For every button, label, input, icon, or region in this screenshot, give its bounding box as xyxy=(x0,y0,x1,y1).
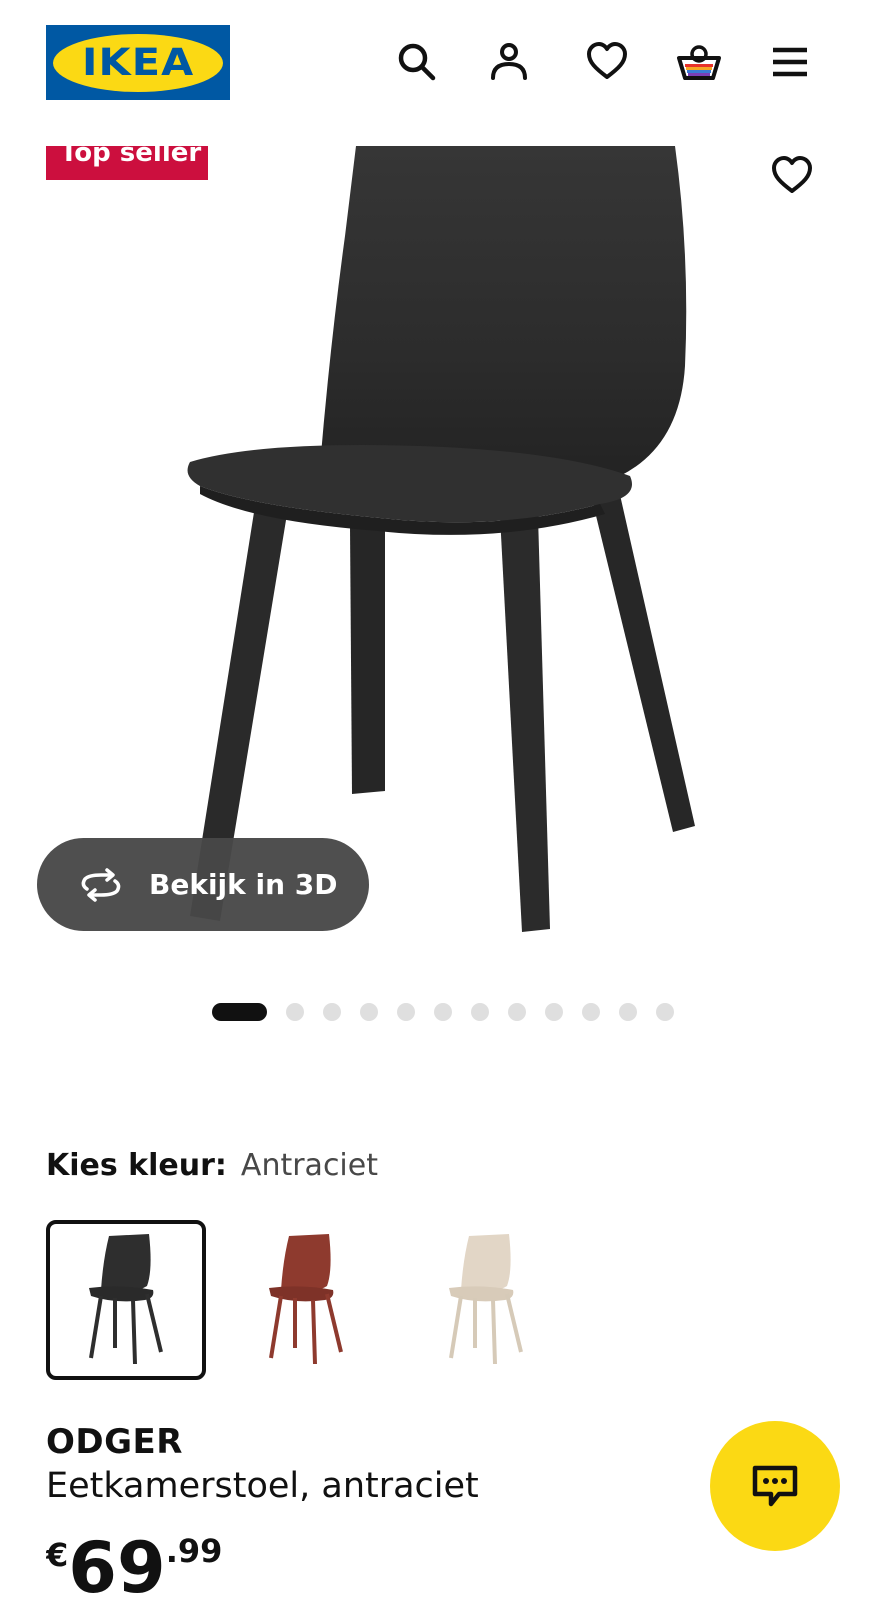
view-in-3d-label: Bekijk in 3D xyxy=(149,868,338,901)
top-seller-badge: Top seller xyxy=(46,146,208,180)
color-swatch-beige[interactable] xyxy=(406,1220,566,1380)
selected-color-value: Antraciet xyxy=(240,1148,378,1183)
price-decimals: .99 xyxy=(165,1532,223,1570)
pagination-dot[interactable] xyxy=(212,1003,267,1021)
chat-icon xyxy=(752,1465,798,1507)
chair-thumbnail xyxy=(269,1234,343,1365)
view-in-3d-button[interactable]: Bekijk in 3D xyxy=(37,838,369,931)
product-image-gallery[interactable] xyxy=(0,146,884,956)
chair-thumbnail xyxy=(89,1234,163,1365)
account-icon[interactable] xyxy=(485,38,533,86)
product-image-chair xyxy=(187,146,695,932)
pagination-dot[interactable] xyxy=(471,1003,489,1021)
badge-label: Top seller xyxy=(60,146,202,168)
chair-thumbnail xyxy=(449,1234,523,1365)
search-icon[interactable] xyxy=(393,38,441,86)
color-swatch-antraciet[interactable] xyxy=(46,1220,206,1380)
rotate-3d-icon xyxy=(81,867,121,902)
pagination-dot[interactable] xyxy=(360,1003,378,1021)
add-to-favourites-icon[interactable] xyxy=(768,152,816,200)
ikea-logo[interactable]: IKEA xyxy=(46,25,230,100)
pagination-dot[interactable] xyxy=(397,1003,415,1021)
pagination-dot[interactable] xyxy=(286,1003,304,1021)
color-picker-title: Kies kleur: xyxy=(46,1148,227,1183)
image-pagination xyxy=(212,1002,693,1022)
price-integer: 69 xyxy=(68,1528,166,1600)
pagination-dot[interactable] xyxy=(508,1003,526,1021)
product-name: ODGER xyxy=(46,1422,183,1462)
pagination-dot[interactable] xyxy=(545,1003,563,1021)
basket-icon[interactable] xyxy=(675,38,723,86)
pagination-dot[interactable] xyxy=(582,1003,600,1021)
pagination-dot[interactable] xyxy=(323,1003,341,1021)
pagination-dot[interactable] xyxy=(656,1003,674,1021)
menu-icon[interactable] xyxy=(766,38,814,86)
color-picker-label: Kies kleur: Antraciet xyxy=(46,1148,378,1183)
heart-icon[interactable] xyxy=(583,38,631,86)
logo-text: IKEA xyxy=(81,41,195,84)
pagination-dot[interactable] xyxy=(619,1003,637,1021)
color-swatch-red[interactable] xyxy=(226,1220,386,1380)
product-price: €69.99 xyxy=(46,1528,222,1600)
price-currency: € xyxy=(46,1536,69,1574)
top-bar: IKEA xyxy=(0,0,884,124)
logo-oval: IKEA xyxy=(53,33,223,92)
chat-button[interactable] xyxy=(710,1421,840,1551)
product-description: Eetkamerstoel, antraciet xyxy=(46,1466,479,1506)
pagination-dot[interactable] xyxy=(434,1003,452,1021)
